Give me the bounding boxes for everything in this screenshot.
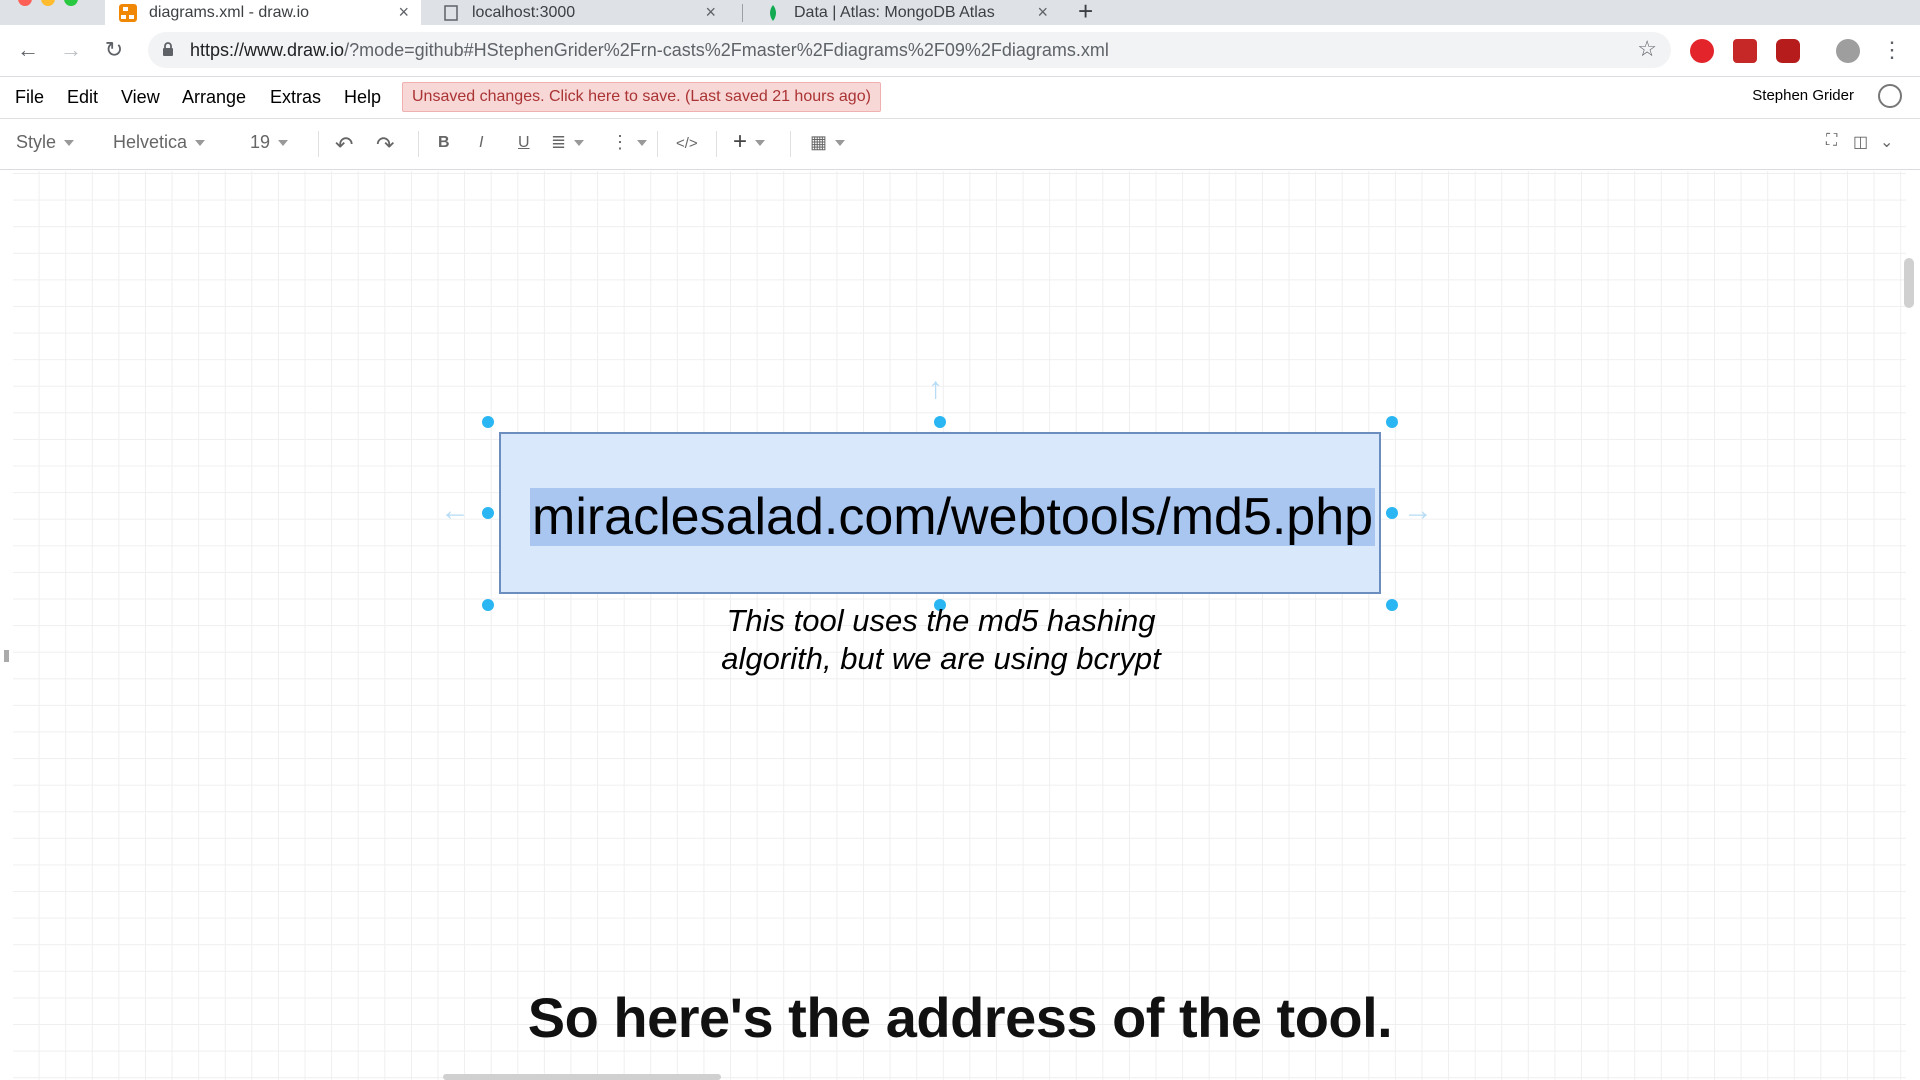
menu-help[interactable]: Help [344, 87, 381, 108]
tab-localhost[interactable]: localhost:3000 × [428, 0, 728, 25]
toolbar-divider [418, 131, 419, 157]
italic-button[interactable]: I [479, 134, 483, 152]
menu-file[interactable]: File [15, 87, 44, 108]
font-dropdown[interactable]: Helvetica [113, 132, 206, 153]
url-host: https://www.draw.io [190, 40, 345, 60]
drawio-icon [119, 3, 137, 22]
insert-dropdown[interactable]: + [733, 128, 766, 156]
close-window-button[interactable] [18, 0, 32, 6]
url-path: /?mode=github#HStephenGrider%2Frn-casts%… [344, 40, 1109, 60]
browser-tab-strip: diagrams.xml - draw.io × localhost:3000 … [0, 0, 1920, 27]
chevron-down-icon [64, 140, 75, 147]
maximize-window-button[interactable] [64, 0, 78, 6]
extension-icon[interactable] [1733, 39, 1757, 63]
address-bar[interactable]: https://www.draw.io/?mode=github#HStephe… [148, 32, 1671, 68]
format-toolbar: Style Helvetica 19 ↶ ↷ B I U ≣ ⋮ </> + ▦… [0, 119, 1920, 170]
forward-button[interactable]: → [57, 36, 85, 64]
font-label: Helvetica [113, 132, 188, 152]
chevron-down-icon [195, 140, 206, 147]
tab-title: diagrams.xml - draw.io [149, 3, 310, 21]
caption-line-1: This tool uses the md5 hashing [726, 603, 1156, 638]
toolbar-divider [790, 131, 791, 157]
resize-handle[interactable] [1386, 416, 1398, 428]
fullscreen-icon[interactable]: ⛶ [1826, 132, 1837, 150]
html-button[interactable]: </> [676, 135, 698, 152]
mongodb-leaf-icon [770, 4, 776, 21]
tab-title: Data | Atlas: MongoDB Atlas [794, 3, 995, 21]
chevron-down-icon [574, 140, 585, 147]
language-globe-icon[interactable] [1878, 84, 1902, 108]
connect-arrow-right-icon[interactable]: → [1403, 494, 1433, 528]
format-more-dropdown[interactable]: ⋮ [611, 132, 647, 153]
toolbar-divider [657, 131, 658, 157]
minimize-window-button[interactable] [41, 0, 55, 6]
chevron-down-icon [755, 139, 766, 146]
back-button[interactable]: ← [14, 36, 42, 64]
lock-icon [163, 42, 173, 56]
underline-button[interactable]: U [518, 134, 530, 152]
chevron-down-icon [278, 140, 289, 147]
resize-handle[interactable] [1386, 599, 1398, 611]
close-tab-icon[interactable]: × [705, 2, 716, 23]
resize-handle[interactable] [482, 416, 494, 428]
toolbar-divider [318, 131, 319, 157]
chevron-down-icon [835, 140, 846, 147]
align-dropdown[interactable]: ≣ [551, 132, 585, 153]
caption-text[interactable]: This tool uses the md5 hashing algorith,… [716, 602, 1166, 678]
close-tab-icon[interactable]: × [398, 2, 409, 23]
video-subtitle: So here's the address of the tool. [527, 986, 1393, 1049]
menu-arrange[interactable]: Arrange [182, 87, 246, 108]
url-text: https://www.draw.io/?mode=github#HStephe… [190, 40, 1109, 61]
vertical-scrollbar[interactable] [1904, 258, 1914, 308]
insert-icon: + [733, 128, 748, 155]
menu-extras[interactable]: Extras [270, 87, 321, 108]
browser-toolbar: ← → ↻ https://www.draw.io/?mode=github#H… [0, 25, 1920, 77]
chrome-menu-icon[interactable]: ⋮ [1878, 36, 1906, 64]
close-tab-icon[interactable]: × [1037, 2, 1048, 23]
resize-handle[interactable] [934, 416, 946, 428]
tab-mongodb-atlas[interactable]: Data | Atlas: MongoDB Atlas × [750, 0, 1060, 25]
horizontal-scrollbar[interactable] [443, 1074, 721, 1080]
undo-icon[interactable]: ↶ [335, 132, 353, 158]
new-tab-button[interactable]: + [1078, 0, 1093, 27]
redo-icon[interactable]: ↷ [376, 132, 394, 158]
chevron-down-icon [637, 140, 647, 147]
menu-view[interactable]: View [121, 87, 160, 108]
menu-edit[interactable]: Edit [67, 87, 98, 108]
sidebar-resize-handle[interactable] [4, 650, 9, 662]
tab-drawio[interactable]: diagrams.xml - draw.io × [105, 0, 421, 25]
resize-handle[interactable] [482, 599, 494, 611]
shield-extension-icon[interactable] [1776, 39, 1800, 63]
toolbar-divider [716, 131, 717, 157]
font-size-label: 19 [250, 132, 271, 152]
tab-divider [742, 4, 743, 22]
format-panel-icon[interactable]: ◫ [1853, 132, 1868, 152]
connect-arrow-up-icon[interactable]: ↑ [928, 372, 943, 406]
tab-title: localhost:3000 [472, 3, 576, 21]
reload-button[interactable]: ↻ [100, 36, 128, 64]
bookmark-star-icon[interactable]: ☆ [1637, 36, 1657, 62]
connect-arrow-left-icon[interactable]: ← [440, 494, 470, 528]
resize-handle[interactable] [482, 507, 494, 519]
resize-handle[interactable] [1386, 507, 1398, 519]
caption-line-2: algorith, but we are using bcrypt [721, 641, 1161, 676]
page-icon [444, 4, 458, 21]
collapse-icon[interactable]: ⌄ [1880, 132, 1893, 152]
drawio-menubar: File Edit View Arrange Extras Help Unsav… [0, 77, 1920, 119]
opera-extension-icon[interactable] [1690, 39, 1714, 63]
style-label: Style [16, 132, 57, 152]
profile-avatar[interactable] [1836, 39, 1860, 63]
font-size-dropdown[interactable]: 19 [250, 132, 289, 153]
style-dropdown[interactable]: Style [16, 132, 75, 153]
shape-label-text[interactable]: miraclesalad.com/webtools/md5.php [530, 488, 1376, 546]
bold-button[interactable]: B [438, 134, 450, 152]
unsaved-changes-notice[interactable]: Unsaved changes. Click here to save. (La… [402, 82, 881, 112]
table-dropdown[interactable]: ▦ [810, 132, 846, 153]
user-name[interactable]: Stephen Grider [1752, 87, 1854, 104]
